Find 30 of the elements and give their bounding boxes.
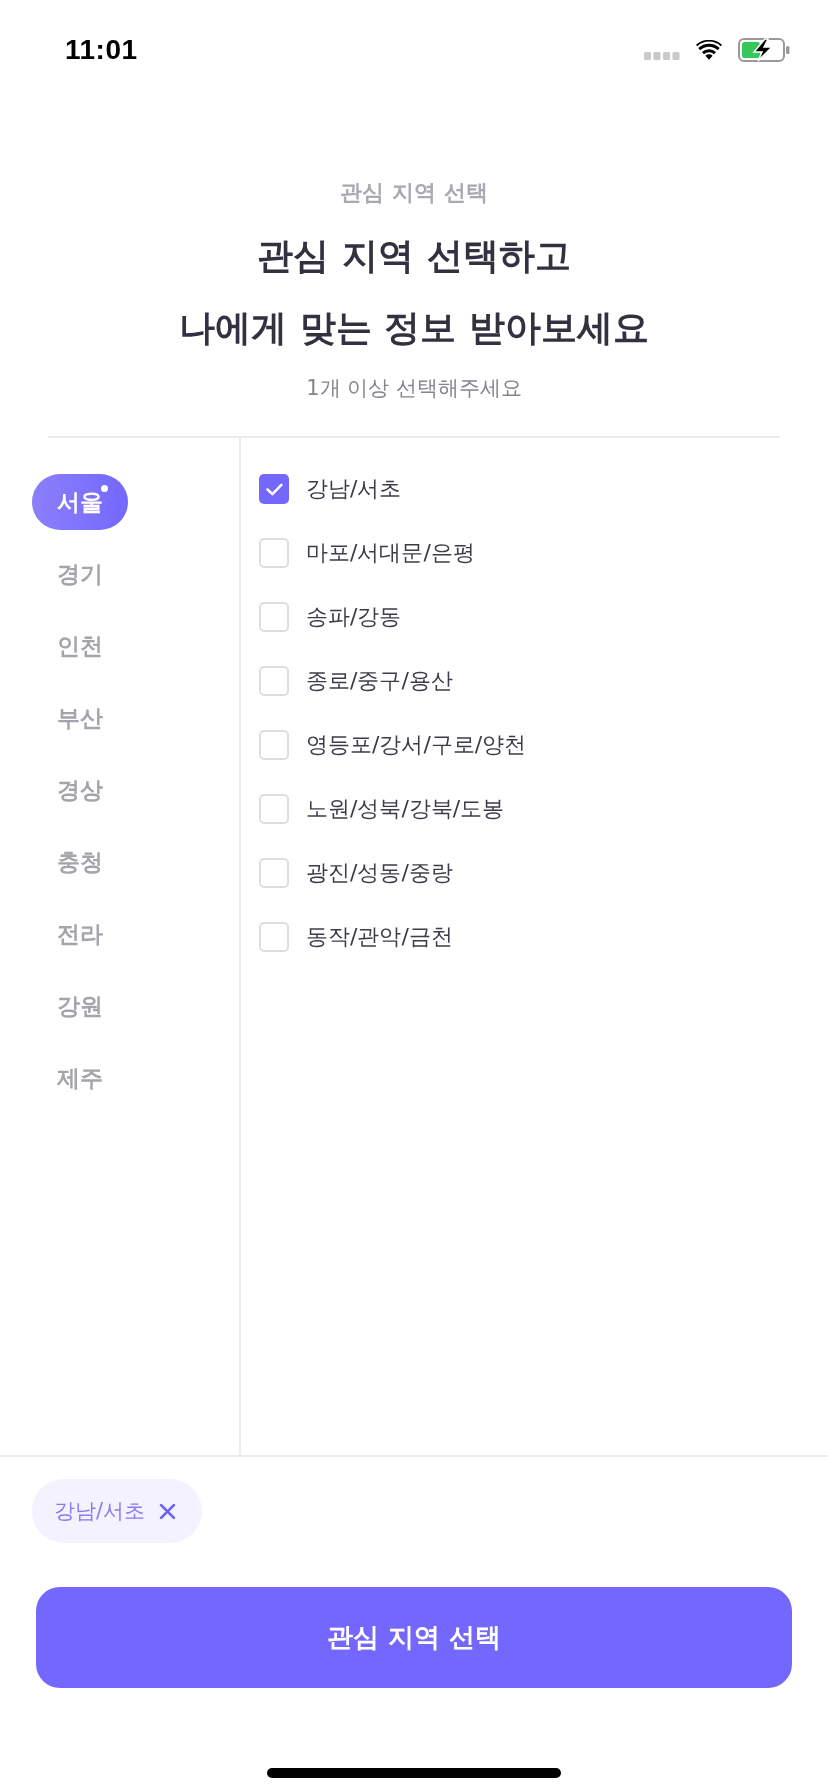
wifi-icon (696, 40, 722, 60)
district-label[interactable]: 노원/성북/강북/도봉 (306, 794, 505, 824)
district-label[interactable]: 마포/서대문/은평 (306, 538, 475, 568)
region-tab[interactable]: 경상 (32, 762, 128, 818)
district-label[interactable]: 동작/관악/금천 (306, 922, 453, 952)
region-tab[interactable]: 경기 (32, 546, 128, 602)
hint-text: 1개 이상 선택해주세요 (305, 375, 523, 402)
region-tab[interactable]: 제주 (32, 1050, 128, 1106)
checkbox[interactable] (259, 474, 289, 504)
region-tab[interactable]: 전라 (32, 906, 128, 962)
region-tab[interactable]: 충청 (32, 834, 128, 890)
page-title: 관심 지역 선택하고 (256, 234, 572, 278)
header-eyebrow: 관심 지역 선택 (339, 179, 489, 207)
district-label[interactable]: 종로/중구/용산 (306, 666, 453, 696)
region-tab[interactable]: 인천 (32, 618, 128, 674)
battery-charging-icon (738, 38, 790, 62)
signal-dots-icon (644, 52, 680, 60)
close-icon[interactable] (159, 1502, 177, 1520)
checkmark-icon (265, 482, 283, 496)
region-tab[interactable]: 부산 (32, 690, 128, 746)
district-label[interactable]: 광진/성동/중랑 (306, 858, 453, 888)
page-title: 나에게 맞는 정보 받아보세요 (178, 306, 650, 350)
region-tab[interactable]: 서울 (32, 474, 128, 530)
region-chip[interactable]: 강남/서초 (32, 1479, 203, 1543)
status-time: 11:01 (65, 34, 138, 66)
district-label[interactable]: 송파/강동 (306, 602, 402, 632)
region-tab[interactable]: 강원 (32, 978, 128, 1034)
submit-button[interactable]: 관심 지역 선택 (36, 1587, 792, 1688)
district-label[interactable]: 강남/서초 (306, 474, 402, 504)
district-label[interactable]: 영등포/강서/구로/양천 (306, 730, 527, 760)
